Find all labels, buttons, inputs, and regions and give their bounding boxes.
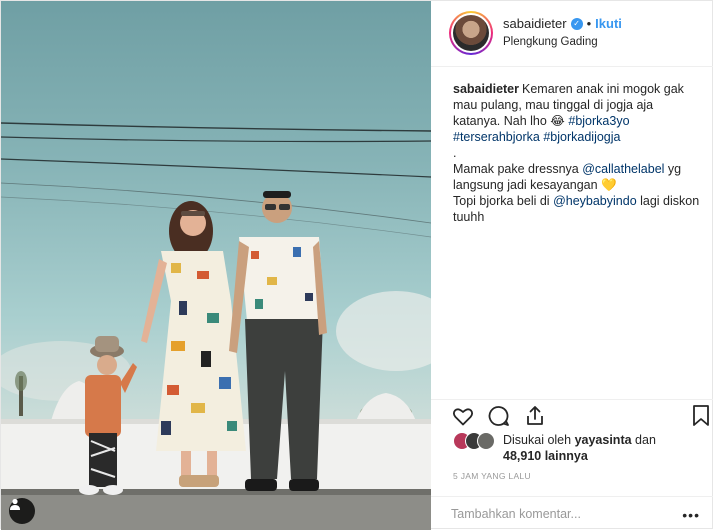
hashtag-link[interactable]: #bjorkadijogja — [543, 130, 620, 144]
likes-summary: Disukai oleh yayasinta dan 48,910 lainny… — [453, 432, 656, 464]
user-tag-icon[interactable] — [9, 498, 35, 524]
likes-text: Disukai oleh yayasinta dan 48,910 lainny… — [503, 432, 656, 464]
username-link[interactable]: sabaidieter — [503, 16, 567, 31]
share-icon[interactable] — [523, 404, 547, 428]
instagram-post: sabaidieter ✓ • Ikuti Plengkung Gading s… — [0, 0, 713, 530]
caption-dot: . — [453, 146, 457, 160]
post-caption: sabaidieter Kemaren anak ini mogok gak ma… — [453, 81, 703, 225]
heart-icon[interactable] — [451, 404, 475, 428]
more-options-icon[interactable]: ••• — [682, 507, 700, 523]
comment-box: ••• — [431, 496, 713, 530]
follow-button[interactable]: Ikuti — [595, 16, 622, 31]
post-timestamp[interactable]: 5 JAM YANG LALU — [453, 471, 531, 481]
liker-avatars — [453, 432, 503, 452]
comment-bubble-icon[interactable] — [487, 404, 511, 428]
family-photo-illustration — [1, 122, 431, 530]
separator-dot: • — [586, 16, 592, 31]
hashtag-link[interactable]: #terserahbjorka — [453, 130, 540, 144]
post-photo[interactable] — [1, 1, 431, 530]
location-link[interactable]: Plengkung Gading — [503, 36, 598, 48]
liker-avatar — [477, 432, 495, 450]
caption-text: Topi bjorka beli di — [453, 194, 554, 208]
likes-prefix: Disukai oleh — [503, 433, 575, 447]
action-bar — [431, 399, 713, 429]
hashtag-link[interactable]: #bjorka3yo — [568, 114, 629, 128]
mention-link[interactable]: @callathelabel — [582, 162, 664, 176]
username-row: sabaidieter ✓ • Ikuti — [503, 16, 622, 31]
bookmark-icon[interactable] — [691, 404, 711, 428]
post-header: sabaidieter ✓ • Ikuti Plengkung Gading — [431, 1, 713, 67]
avatar[interactable] — [449, 11, 493, 55]
comment-input[interactable] — [451, 505, 661, 523]
caption-author[interactable]: sabaidieter — [453, 82, 519, 96]
post-side-panel: sabaidieter ✓ • Ikuti Plengkung Gading s… — [431, 1, 713, 530]
liker-username-link[interactable]: yayasinta — [575, 433, 632, 447]
person-glyph-icon — [10, 498, 20, 510]
avatar-image — [453, 15, 489, 51]
mention-link[interactable]: @heybabyindo — [553, 194, 637, 208]
verified-badge-icon: ✓ — [570, 17, 583, 30]
likes-middle: dan — [631, 433, 656, 447]
likes-count-link[interactable]: 48,910 lainnya — [503, 449, 588, 463]
caption-text: Mamak pake dressnya — [453, 162, 583, 176]
